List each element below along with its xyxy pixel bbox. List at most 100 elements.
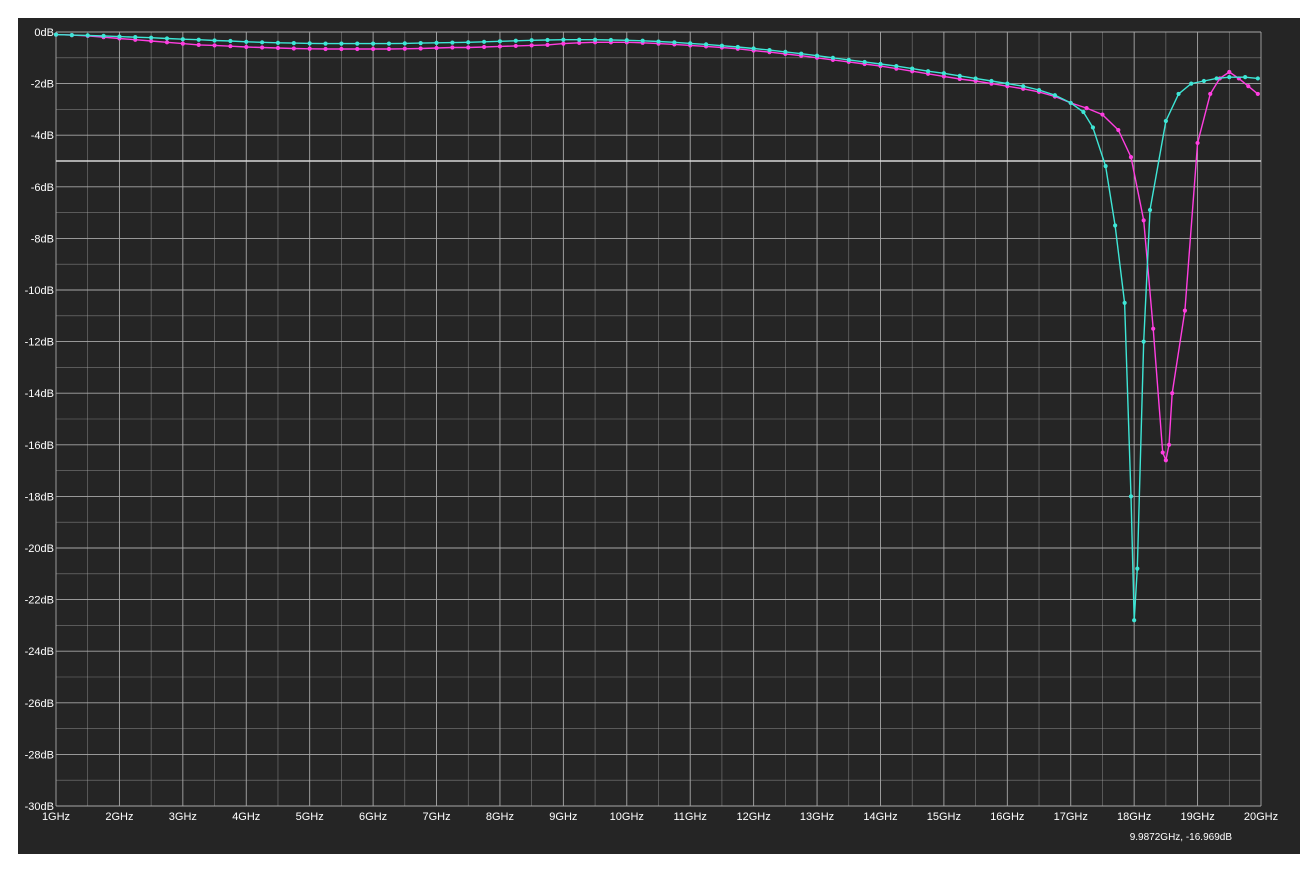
- data-point: [164, 36, 170, 41]
- data-point: [1052, 93, 1057, 98]
- data-point: [260, 40, 265, 45]
- data-point: [434, 45, 439, 51]
- data-point: [1090, 125, 1096, 130]
- x-tick-label: 3GHz: [169, 811, 197, 823]
- data-point: [339, 46, 344, 52]
- data-point: [1141, 218, 1146, 223]
- data-point: [941, 71, 946, 76]
- y-tick-label: -6dB: [31, 182, 54, 194]
- chart-window: 1GHz 2GHz 3GHz 4GHz 5GHz 6GHz 7GHz 8GHz 9GHz 10GH…: [0, 0, 1312, 876]
- data-point: [1103, 164, 1108, 169]
- data-point: [196, 37, 201, 42]
- cursor-readout: 9.9872GHz, -16.969dB: [1130, 832, 1233, 843]
- data-point: [1255, 91, 1260, 97]
- data-point: [1195, 140, 1200, 146]
- data-point: [862, 59, 867, 65]
- y-tick-label: -4dB: [31, 130, 54, 142]
- data-point: [545, 42, 550, 48]
- data-point: [228, 44, 233, 49]
- y-tick-label: -28dB: [25, 749, 54, 761]
- data-point: [1068, 100, 1073, 106]
- data-point: [101, 33, 106, 38]
- data-point: [323, 46, 328, 52]
- x-tick-label: 4GHz: [232, 811, 260, 823]
- data-point: [1163, 458, 1168, 463]
- x-tick-label: 12GHz: [737, 811, 771, 823]
- x-tick-label: 11GHz: [673, 811, 706, 823]
- data-point: [466, 45, 471, 50]
- data-point: [418, 46, 423, 51]
- data-point: [180, 41, 185, 46]
- y-tick-label: -16dB: [25, 440, 54, 452]
- data-point: [1113, 223, 1118, 228]
- data-point: [910, 66, 915, 71]
- data-point: [672, 40, 677, 45]
- data-point: [1243, 75, 1248, 80]
- y-tick-label: 0dB: [34, 27, 54, 39]
- y-tick-label: -18dB: [25, 491, 54, 503]
- data-point: [1255, 76, 1260, 81]
- data-point: [640, 38, 645, 43]
- data-point: [1182, 308, 1187, 313]
- data-point: [450, 40, 455, 45]
- data-point: [529, 43, 534, 48]
- data-point: [69, 32, 74, 38]
- data-point: [260, 45, 265, 50]
- data-point: [371, 46, 376, 52]
- data-point: [386, 41, 392, 46]
- data-point: [1036, 87, 1042, 93]
- data-point: [1084, 106, 1089, 111]
- y-tick-label: -22dB: [25, 595, 54, 607]
- data-point: [719, 43, 725, 48]
- x-tick-label: 9GHz: [549, 811, 577, 823]
- data-point: [894, 63, 899, 69]
- y-tick-label: -26dB: [25, 698, 54, 710]
- data-point: [164, 40, 170, 45]
- data-point: [323, 41, 328, 46]
- data-point: [1201, 78, 1207, 84]
- data-point: [53, 32, 59, 37]
- data-point: [688, 41, 693, 46]
- data-point: [402, 46, 407, 51]
- data-point: [117, 34, 122, 39]
- data-point: [703, 42, 709, 47]
- data-point: [1122, 300, 1127, 305]
- data-point: [592, 37, 598, 42]
- x-tick-label: 20GHz: [1244, 811, 1278, 823]
- data-point: [767, 47, 772, 53]
- x-tick-label: 5GHz: [296, 811, 324, 823]
- data-point: [529, 38, 534, 43]
- y-tick-label: -8dB: [31, 233, 54, 245]
- data-point: [814, 53, 820, 58]
- data-point: [799, 51, 804, 56]
- data-point: [561, 41, 566, 46]
- data-point: [481, 39, 487, 44]
- data-point: [1227, 69, 1232, 75]
- data-point: [1135, 566, 1140, 571]
- data-point: [1214, 76, 1219, 81]
- data-point: [973, 76, 978, 81]
- data-point: [196, 42, 201, 48]
- data-point: [307, 46, 312, 51]
- data-point: [466, 40, 471, 45]
- data-point: [1021, 84, 1026, 89]
- data-point: [386, 46, 392, 52]
- data-point: [434, 40, 439, 45]
- data-point: [608, 37, 614, 43]
- data-point: [577, 37, 582, 42]
- data-point: [1227, 75, 1232, 80]
- data-point: [497, 39, 503, 44]
- data-point: [1189, 81, 1194, 86]
- data-point: [1208, 91, 1213, 97]
- x-tick-label: 14GHz: [863, 811, 897, 823]
- data-point: [925, 69, 931, 74]
- data-point: [497, 44, 503, 49]
- data-point: [735, 44, 740, 50]
- data-point: [989, 78, 994, 84]
- data-point: [957, 73, 962, 78]
- data-point: [846, 57, 851, 62]
- y-tick-label: -20dB: [25, 543, 54, 555]
- data-point: [1147, 207, 1153, 213]
- data-point: [450, 45, 455, 50]
- data-point: [1005, 81, 1010, 86]
